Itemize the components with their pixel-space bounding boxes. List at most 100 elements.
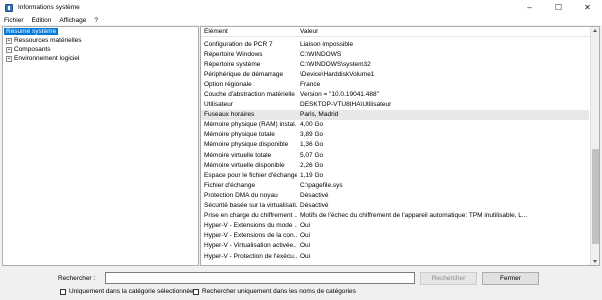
list-row[interactable]: Mémoire virtuelle totale 5,07 Go xyxy=(201,150,589,160)
row-element: Mémoire physique disponible xyxy=(204,141,289,149)
expand-icon[interactable]: + xyxy=(6,37,12,44)
list-row[interactable]: Mémoire physique disponible 1,36 Go xyxy=(201,140,589,150)
tree-item-system-summary[interactable]: Résumé système xyxy=(3,27,198,36)
close-window-button[interactable]: ✕ xyxy=(573,0,602,15)
row-element: Répertoire système xyxy=(204,60,261,68)
row-element: Hyper-V - Extensions de la con... xyxy=(204,232,297,240)
row-value: \Device\HarddiskVolume1 xyxy=(300,70,375,78)
scrollbar-thumb[interactable] xyxy=(592,149,599,244)
row-element: Répertoire Windows xyxy=(204,50,263,58)
list-row[interactable]: Répertoire système C:\WINDOWS\system32 xyxy=(201,59,589,69)
list-row[interactable]: Hyper-V - Protection de l'exécu... Oui xyxy=(201,251,589,261)
row-element: Mémoire virtuelle totale xyxy=(204,151,272,159)
row-element: Mémoire physique totale xyxy=(204,131,275,139)
row-value: Oui xyxy=(300,232,311,240)
column-header-element[interactable]: Élément xyxy=(201,28,297,35)
system-info-icon xyxy=(5,3,13,12)
row-element: Protection DMA du noyau xyxy=(204,191,278,199)
close-button[interactable]: Fermer xyxy=(482,272,539,285)
row-element: Configuration de PCR 7 xyxy=(204,40,273,48)
row-value: Motifs de l'échec du chiffrement de l'ap… xyxy=(300,212,528,220)
row-element: Hyper-V - Extensions du mode ... xyxy=(204,222,297,230)
tree-item-label: Résumé système xyxy=(4,28,59,35)
checkbox-box[interactable] xyxy=(193,288,199,295)
menu-fichier[interactable]: Fichier xyxy=(4,17,24,24)
row-element: Fuseaux horaires xyxy=(204,111,255,119)
list-row[interactable]: Hyper-V - Extensions de la con... Oui xyxy=(201,231,589,241)
category-tree: Résumé système + Ressources matérielles … xyxy=(2,26,199,266)
menu-edition[interactable]: Edition xyxy=(32,17,52,24)
list-row[interactable]: Option régionale France xyxy=(201,79,589,89)
row-element: Fichier d'échange xyxy=(204,181,256,189)
category-only-checkbox[interactable]: Uniquement dans la catégorie sélectionné… xyxy=(60,288,194,295)
row-value: Paris, Madrid xyxy=(300,111,339,119)
title-bar: Informations système – ☐ ✕ xyxy=(0,0,602,15)
list-row[interactable]: Utilisateur DESKTOP-VTU8IHA\Utilisateur xyxy=(201,100,589,110)
list-row[interactable]: Mémoire physique (RAM) instal... 4,00 Go xyxy=(201,120,589,130)
row-value: Désactivé xyxy=(300,202,329,210)
menu-help[interactable]: ? xyxy=(94,17,98,24)
row-value: Oui xyxy=(300,252,311,260)
list-header: Élément Valeur xyxy=(201,27,599,37)
list-row[interactable]: Protection DMA du noyau Désactivé xyxy=(201,190,589,200)
window-controls: – ☐ ✕ xyxy=(515,0,602,15)
row-value: Oui xyxy=(300,222,311,230)
row-value: C:\pagefile.sys xyxy=(300,181,343,189)
list-row[interactable]: Hyper-V - Extensions du mode ... Oui xyxy=(201,221,589,231)
window-title: Informations système xyxy=(18,4,80,11)
row-element: Utilisateur xyxy=(204,101,233,109)
minimize-button[interactable]: – xyxy=(515,0,544,15)
maximize-button[interactable]: ☐ xyxy=(544,0,573,15)
row-value: DESKTOP-VTU8IHA\Utilisateur xyxy=(300,101,392,109)
search-input[interactable] xyxy=(105,272,415,284)
list-row[interactable]: Configuration de PCR 7 Liaison impossible xyxy=(201,39,589,49)
list-row[interactable]: Répertoire Windows C:\WINDOWS xyxy=(201,49,589,59)
row-element: Hyper-V - Virtualisation activée... xyxy=(204,242,297,250)
expand-icon[interactable]: + xyxy=(6,46,12,53)
list-row[interactable]: Hyper-V - Virtualisation activée... Oui xyxy=(201,241,589,251)
names-only-checkbox[interactable]: Rechercher uniquement dans les noms de c… xyxy=(193,288,356,295)
list-row[interactable]: Fuseaux horaires Paris, Madrid xyxy=(201,109,589,120)
row-element: Mémoire virtuelle disponible xyxy=(204,161,285,169)
row-value: 1,36 Go xyxy=(300,141,324,149)
details-list: Élément Valeur Configuration de PCR 7 Lia… xyxy=(200,26,600,266)
tree-item-software-environment[interactable]: + Environnement logiciel xyxy=(3,54,198,63)
row-value: France xyxy=(300,80,321,88)
list-row[interactable]: Périphérique de démarrage \Device\Harddis… xyxy=(201,69,589,79)
row-value: 4,00 Go xyxy=(300,121,324,129)
row-value: 5,07 Go xyxy=(300,151,324,159)
row-value: Oui xyxy=(300,242,311,250)
tree-item-label: Ressources matérielles xyxy=(14,37,82,44)
row-value: 3,89 Go xyxy=(300,131,324,139)
row-element: Prise en charge du chiffrement ... xyxy=(204,212,297,220)
row-element: Mémoire physique (RAM) instal... xyxy=(204,121,297,129)
tree-item-hardware-resources[interactable]: + Ressources matérielles xyxy=(3,36,198,45)
expand-icon[interactable]: + xyxy=(6,55,12,62)
list-row[interactable]: Mémoire physique totale 3,89 Go xyxy=(201,130,589,140)
row-value: Désactivé xyxy=(300,191,329,199)
row-value: Liaison impossible xyxy=(300,40,354,48)
list-row[interactable]: Sécurité basée sur la virtualisati... Dés… xyxy=(201,201,589,211)
checkbox-label: Uniquement dans la catégorie sélectionné… xyxy=(69,288,194,295)
list-row[interactable]: Espace pour le fichier d'échange 1,19 Go xyxy=(201,170,589,180)
row-value: C:\WINDOWS xyxy=(300,50,342,58)
menu-bar: Fichier Edition Affichage ? xyxy=(0,15,602,25)
row-value: Version = "10.0.19041.488" xyxy=(300,91,379,99)
checkbox-box[interactable] xyxy=(60,288,66,295)
vertical-scrollbar[interactable] xyxy=(590,27,599,265)
list-row[interactable]: Prise en charge du chiffrement ... Motifs… xyxy=(201,211,589,221)
checkbox-label: Rechercher uniquement dans les noms de c… xyxy=(202,288,356,295)
row-element: Hyper-V - Protection de l'exécu... xyxy=(204,252,297,260)
list-row[interactable]: Couche d'abstraction matérielle Version =… xyxy=(201,89,589,99)
scroll-up-icon[interactable] xyxy=(593,29,597,32)
search-panel: Rechercher : Rechercher Fermer Uniquemen… xyxy=(0,266,602,300)
column-header-value[interactable]: Valeur xyxy=(297,28,599,35)
menu-affichage[interactable]: Affichage xyxy=(59,17,86,24)
list-rows: Configuration de PCR 7 Liaison impossible… xyxy=(201,39,589,261)
row-element: Périphérique de démarrage xyxy=(204,70,284,78)
list-row[interactable]: Mémoire virtuelle disponible 2,26 Go xyxy=(201,160,589,170)
tree-item-components[interactable]: + Composants xyxy=(3,45,198,54)
scroll-down-icon[interactable] xyxy=(593,260,597,263)
list-row[interactable]: Fichier d'échange C:\pagefile.sys xyxy=(201,180,589,190)
search-button[interactable]: Rechercher xyxy=(420,272,477,285)
